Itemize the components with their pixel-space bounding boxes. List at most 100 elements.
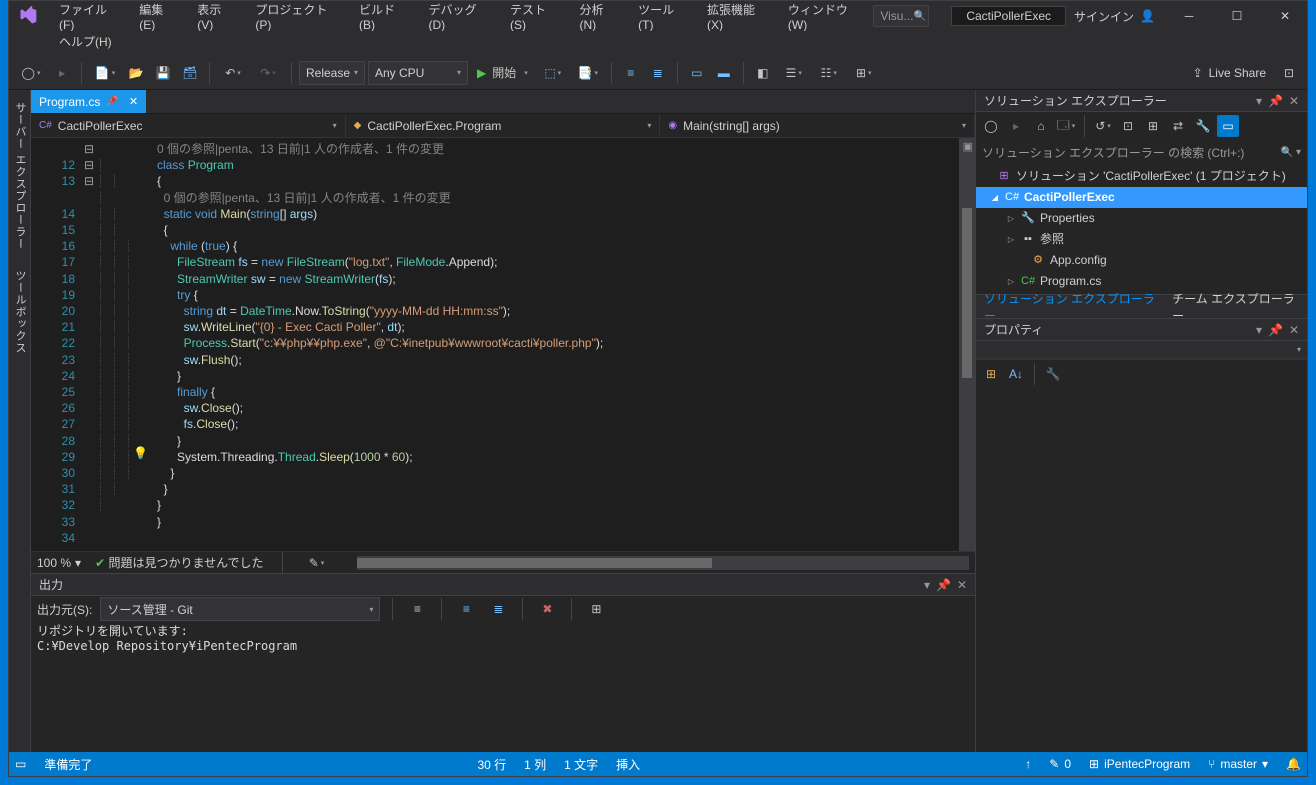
editor-hscroll[interactable] (357, 556, 969, 570)
wrench-icon[interactable]: 🔧 (1192, 115, 1214, 137)
output-panel-header[interactable]: 出力 ▾ 📌 ✕ (31, 574, 975, 596)
bookmark-button[interactable]: ◧ (751, 61, 775, 85)
output-source-combo[interactable]: ソース管理 - Git▾ (100, 597, 380, 621)
save-button[interactable]: 💾 (151, 61, 175, 85)
tb-btn-a[interactable]: ⬚▾ (537, 61, 569, 85)
pin-icon[interactable]: 📌 (106, 96, 118, 107)
platform-combo[interactable]: Any CPU▾ (368, 61, 468, 85)
solexp-title: ソリューション エクスプローラー (984, 92, 1167, 109)
menu-help[interactable]: ヘルプ(H) (49, 31, 122, 56)
minimize-button[interactable]: ─ (1167, 1, 1211, 31)
close-icon[interactable]: ✕ (1289, 323, 1299, 337)
out-btn-2[interactable]: ≡ (454, 597, 478, 621)
tb-btn-e[interactable]: ⊞▾ (848, 61, 880, 85)
undo-button[interactable]: ↶▾ (217, 61, 249, 85)
split-grip-icon[interactable]: ▣ (963, 140, 973, 153)
status-branch[interactable]: ⑂master ▾ (1208, 757, 1268, 771)
comment-button[interactable]: ▭ (685, 61, 709, 85)
props-toolbar: ⊞ A↓ 🔧 (976, 359, 1307, 387)
solexp-btn2[interactable]: ⊞ (1142, 115, 1164, 137)
vs-logo (15, 3, 41, 29)
save-all-button[interactable]: 🗃 (178, 61, 202, 85)
code-editor[interactable]: 1213 14151617181920212223242526272829303… (31, 138, 975, 551)
output-body[interactable]: リポジトリを開いています: C:¥Develop Repository¥iPen… (31, 622, 975, 752)
panel-dd-icon[interactable]: ▾ (924, 578, 930, 592)
home-icon[interactable]: ⌂ (1030, 115, 1052, 137)
tb-btn-c[interactable]: ☰▾ (778, 61, 810, 85)
indent-inc-button[interactable]: ≣ (646, 61, 670, 85)
zoom-combo[interactable]: 100 %▾ (37, 556, 81, 570)
out-btn-4[interactable]: ✖ (535, 597, 559, 621)
bell-icon[interactable]: 🔔 (1286, 757, 1301, 771)
document-tab[interactable]: Program.cs 📌 ✕ (31, 90, 146, 113)
fold-column[interactable]: ⊟⊟⊟ (81, 138, 97, 551)
props-header[interactable]: プロパティ ▾📌✕ (976, 319, 1307, 341)
tree-project[interactable]: ◢C#CactiPollerExec (976, 187, 1307, 208)
pin-icon[interactable]: 📌 (1268, 94, 1283, 108)
class-icon: ◆ (354, 120, 362, 131)
branch-icon: ⑂ (1208, 757, 1215, 771)
nav-class-combo[interactable]: ◆ CactiPollerExec.Program▾ (346, 114, 661, 137)
redo-button[interactable]: ↷▾ (252, 61, 284, 85)
solexp-fwd[interactable]: ▸ (1005, 115, 1027, 137)
props-wrench-icon[interactable]: 🔧 (1042, 363, 1064, 385)
nav-method-combo[interactable]: ◉ Main(string[] args)▾ (660, 114, 975, 137)
pin-icon[interactable]: 📌 (936, 578, 951, 592)
signin-label: サインイン (1074, 8, 1134, 25)
tree-appconfig[interactable]: ⚙App.config (976, 250, 1307, 271)
editor-scrollbar[interactable] (959, 138, 975, 551)
close-button[interactable]: ✕ (1263, 1, 1307, 31)
issues-status[interactable]: ✔ 問題は見つかりませんでした (95, 554, 263, 571)
tb-btn-b[interactable]: 📑▾ (572, 61, 604, 85)
solexp-btn1[interactable]: ⊡ (1117, 115, 1139, 137)
props-cat-icon[interactable]: ⊞ (980, 363, 1002, 385)
tree-references[interactable]: ▷▪▪参照 (976, 229, 1307, 250)
config-combo[interactable]: Release▾ (299, 61, 365, 85)
status-repo[interactable]: ⊞iPentecProgram (1089, 757, 1190, 771)
solexp-btn3[interactable]: ⇄ (1167, 115, 1189, 137)
solution-title: CactiPollerExec (951, 6, 1066, 26)
liveshare-button[interactable]: ⇪ Live Share (1185, 66, 1274, 80)
lightbulb-icon[interactable]: 💡 (133, 446, 148, 460)
solexp-search[interactable]: ソリューション エクスプローラー の検索 (Ctrl+:) 🔍 ▾ (976, 140, 1307, 164)
solution-tree[interactable]: ⊞ソリューション 'CactiPollerExec' (1 プロジェクト) ◢C… (976, 164, 1307, 294)
panel-dd-icon[interactable]: ▾ (1256, 323, 1262, 337)
props-az-icon[interactable]: A↓ (1005, 363, 1027, 385)
close-icon[interactable]: ✕ (1289, 94, 1299, 108)
nav-fwd-button[interactable]: ▸ (50, 61, 74, 85)
status-upload-icon[interactable]: ↑ (1025, 757, 1031, 771)
indent-dec-button[interactable]: ≡ (619, 61, 643, 85)
uncomment-button[interactable]: ▬ (712, 61, 736, 85)
tree-solution[interactable]: ⊞ソリューション 'CactiPollerExec' (1 プロジェクト) (976, 166, 1307, 187)
close-tab-icon[interactable]: ✕ (129, 95, 138, 108)
feedback-button[interactable]: ⊡ (1277, 61, 1301, 85)
status-pencil[interactable]: ✎0 (1049, 757, 1071, 771)
tb-btn-d[interactable]: ☷▾ (813, 61, 845, 85)
out-btn-1[interactable]: ≡ (405, 597, 429, 621)
start-debug-button[interactable]: ▶ 開始▾ (471, 61, 534, 85)
nav-project-combo[interactable]: C# CactiPollerExec▾ (31, 114, 346, 137)
out-btn-5[interactable]: ⊞ (584, 597, 608, 621)
tab-server-explorer[interactable]: サーバー エクスプローラー (9, 92, 31, 260)
pin-icon[interactable]: 📌 (1268, 323, 1283, 337)
new-file-button[interactable]: 📄▾ (89, 61, 121, 85)
title-search[interactable]: Visu... 🔍 (873, 5, 929, 27)
tab-toolbox[interactable]: ツールボックス (9, 260, 31, 364)
solexp-btn5[interactable]: ▭ (1217, 115, 1239, 137)
solexp-sync[interactable]: ↺▾ (1092, 115, 1114, 137)
solexp-back[interactable]: ◯ (980, 115, 1002, 137)
panel-dd-icon[interactable]: ▾ (1256, 94, 1262, 108)
props-combo[interactable]: ▾ (976, 341, 1307, 359)
code-content[interactable]: 0 個の参照|penta、13 日前|1 人の作成者、1 件の変更 class … (157, 138, 975, 551)
nav-back-button[interactable]: ◯▾ (15, 61, 47, 85)
output-title: 出力 (39, 576, 63, 593)
tree-properties[interactable]: ▷🔧Properties (976, 208, 1307, 229)
maximize-button[interactable]: ☐ (1215, 1, 1259, 31)
signin-button[interactable]: サインイン 👤 (1066, 4, 1163, 29)
solexp-header[interactable]: ソリューション エクスプローラー ▾ 📌 ✕ (976, 90, 1307, 112)
out-btn-3[interactable]: ≣ (486, 597, 510, 621)
edstatus-btn[interactable]: ✎▾ (301, 551, 333, 575)
open-file-button[interactable]: 📂 (124, 61, 148, 85)
close-icon[interactable]: ✕ (957, 578, 967, 592)
solexp-view[interactable]: 🗔▾ (1055, 115, 1077, 137)
